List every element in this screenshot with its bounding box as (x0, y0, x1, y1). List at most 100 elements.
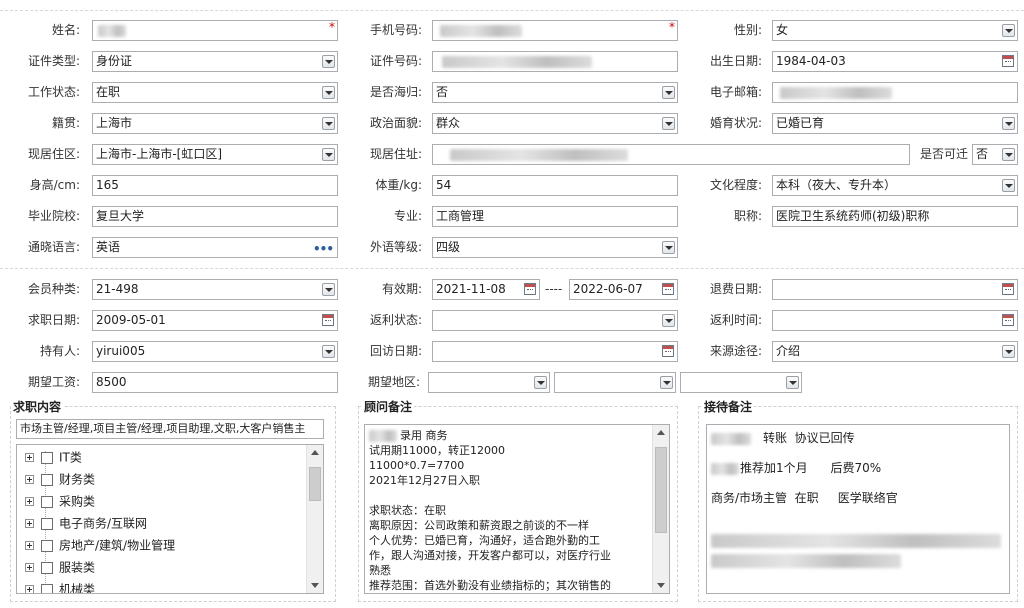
tree-item[interactable]: 电子商务/互联网 (25, 514, 147, 532)
rebate-status-select[interactable] (432, 310, 678, 331)
residence-area-select[interactable]: 上海市-上海市-[虹口区] (92, 144, 338, 165)
reception-note-textarea[interactable]: 转账 协议已回传 推荐加1个月 后费70% 商务/市场主管 在职 医学联络官 (706, 424, 1010, 594)
native-select[interactable]: 上海市 (92, 113, 338, 134)
refund-date-input[interactable] (772, 279, 1018, 300)
checkbox[interactable] (41, 495, 53, 508)
scroll-down-icon[interactable] (311, 583, 319, 588)
chevron-down-icon[interactable] (1002, 345, 1015, 358)
calendar-icon[interactable] (524, 283, 536, 295)
title-input[interactable]: 医院卫生系统药师(初级)职称 (772, 206, 1018, 227)
chevron-down-icon[interactable] (322, 283, 335, 296)
tree-item[interactable]: 采购类 (25, 492, 95, 510)
region-district-select[interactable] (680, 372, 802, 393)
political-select[interactable]: 群众 (432, 113, 678, 134)
expand-icon[interactable] (25, 585, 34, 593)
checkbox[interactable] (41, 517, 53, 530)
redacted-text (711, 462, 739, 475)
birth-date-input[interactable]: 1984-04-03 (772, 51, 1018, 72)
holder-select[interactable]: yirui005 (92, 341, 338, 362)
chevron-down-icon[interactable] (322, 55, 335, 68)
valid-to-input[interactable]: 2022-06-07 (569, 279, 678, 300)
scroll-up-icon[interactable] (657, 430, 665, 435)
chevron-down-icon[interactable] (322, 345, 335, 358)
expand-icon[interactable] (25, 541, 34, 550)
region-province-select[interactable] (428, 372, 550, 393)
job-category-tree[interactable]: IT类 财务类 采购类 电子商务/互联网 房地产/建筑/物业管理 服装类 机械类 (16, 444, 324, 594)
school-input[interactable]: 复旦大学 (92, 206, 338, 227)
checkbox[interactable] (41, 539, 53, 552)
scroll-thumb[interactable] (655, 447, 667, 533)
consultant-note-textarea[interactable]: 录用 商务 试用期11000，转正12000 11000*0.7=7700 20… (364, 424, 670, 594)
marital-select[interactable]: 已婚已育 (772, 113, 1018, 134)
height-input[interactable]: 165 (92, 175, 338, 196)
valid-from-input[interactable]: 2021-11-08 (432, 279, 540, 300)
job-date-input[interactable]: 2009-05-01 (92, 310, 338, 331)
calendar-icon[interactable] (1002, 55, 1014, 67)
salary-input[interactable]: 8500 (92, 372, 338, 393)
chevron-down-icon[interactable] (662, 86, 675, 99)
tree-item[interactable]: IT类 (25, 448, 82, 466)
scrollbar[interactable] (306, 445, 323, 593)
lang-level-select[interactable]: 四级 (432, 237, 678, 258)
calendar-icon[interactable] (662, 345, 674, 357)
source-select[interactable]: 介绍 (772, 341, 1018, 362)
source-value: 介绍 (776, 344, 801, 358)
weight-input[interactable]: 54 (432, 175, 678, 196)
scroll-up-icon[interactable] (311, 450, 319, 455)
scroll-thumb[interactable] (309, 467, 321, 501)
checkbox[interactable] (41, 451, 53, 464)
more-icon[interactable]: ••• (313, 240, 334, 257)
gender-select[interactable]: 女 (772, 20, 1018, 41)
scroll-down-icon[interactable] (657, 583, 665, 588)
visit-date-input[interactable] (432, 341, 678, 362)
name-input[interactable] (92, 20, 338, 41)
expand-icon[interactable] (25, 519, 34, 528)
calendar-icon[interactable] (1002, 283, 1014, 295)
id-no-input[interactable] (432, 51, 678, 72)
tree-item[interactable]: 服装类 (25, 558, 95, 576)
checkbox[interactable] (41, 561, 53, 574)
job-content-selected[interactable]: 市场主管/经理,项目主管/经理,项目助理,文职,大客户销售主 (16, 419, 324, 439)
chevron-down-icon[interactable] (786, 376, 799, 389)
email-input[interactable] (772, 82, 1018, 103)
tree-item[interactable]: 房地产/建筑/物业管理 (25, 536, 175, 554)
chevron-down-icon[interactable] (322, 148, 335, 161)
chevron-down-icon[interactable] (1002, 148, 1015, 161)
chevron-down-icon[interactable] (322, 86, 335, 99)
expand-icon[interactable] (25, 497, 34, 506)
calendar-icon[interactable] (1002, 314, 1014, 326)
major-input[interactable]: 工商管理 (432, 206, 678, 227)
chevron-down-icon[interactable] (1002, 179, 1015, 192)
chevron-down-icon[interactable] (1002, 117, 1015, 130)
tree-item[interactable]: 机械类 (25, 580, 95, 593)
overseas-select[interactable]: 否 (432, 82, 678, 103)
chevron-down-icon[interactable] (662, 117, 675, 130)
name-label: 姓名: (51, 23, 80, 37)
calendar-icon[interactable] (662, 283, 674, 295)
birth-label: 出生日期: (709, 54, 762, 68)
member-type-select[interactable]: 21-498 (92, 279, 338, 300)
work-status-select[interactable]: 在职 (92, 82, 338, 103)
expand-icon[interactable] (25, 563, 34, 572)
address-input[interactable] (432, 144, 910, 165)
education-select[interactable]: 本科（夜大、专升本） (772, 175, 1018, 196)
chevron-down-icon[interactable] (660, 376, 673, 389)
tree-item[interactable]: 财务类 (25, 470, 95, 488)
rebate-time-input[interactable] (772, 310, 1018, 331)
chevron-down-icon[interactable] (662, 314, 675, 327)
region-city-select[interactable] (554, 372, 676, 393)
id-type-select[interactable]: 身份证 (92, 51, 338, 72)
checkbox[interactable] (41, 473, 53, 486)
chevron-down-icon[interactable] (1002, 24, 1015, 37)
chevron-down-icon[interactable] (662, 241, 675, 254)
checkbox[interactable] (41, 583, 53, 593)
chevron-down-icon[interactable] (322, 117, 335, 130)
expand-icon[interactable] (25, 475, 34, 484)
mobile-input[interactable] (432, 20, 678, 41)
expand-icon[interactable] (25, 453, 34, 462)
calendar-icon[interactable] (322, 314, 334, 326)
language-input[interactable]: 英语 ••• (92, 237, 338, 258)
chevron-down-icon[interactable] (534, 376, 547, 389)
relocate-select[interactable]: 否 (972, 144, 1018, 165)
scrollbar[interactable] (652, 425, 669, 593)
